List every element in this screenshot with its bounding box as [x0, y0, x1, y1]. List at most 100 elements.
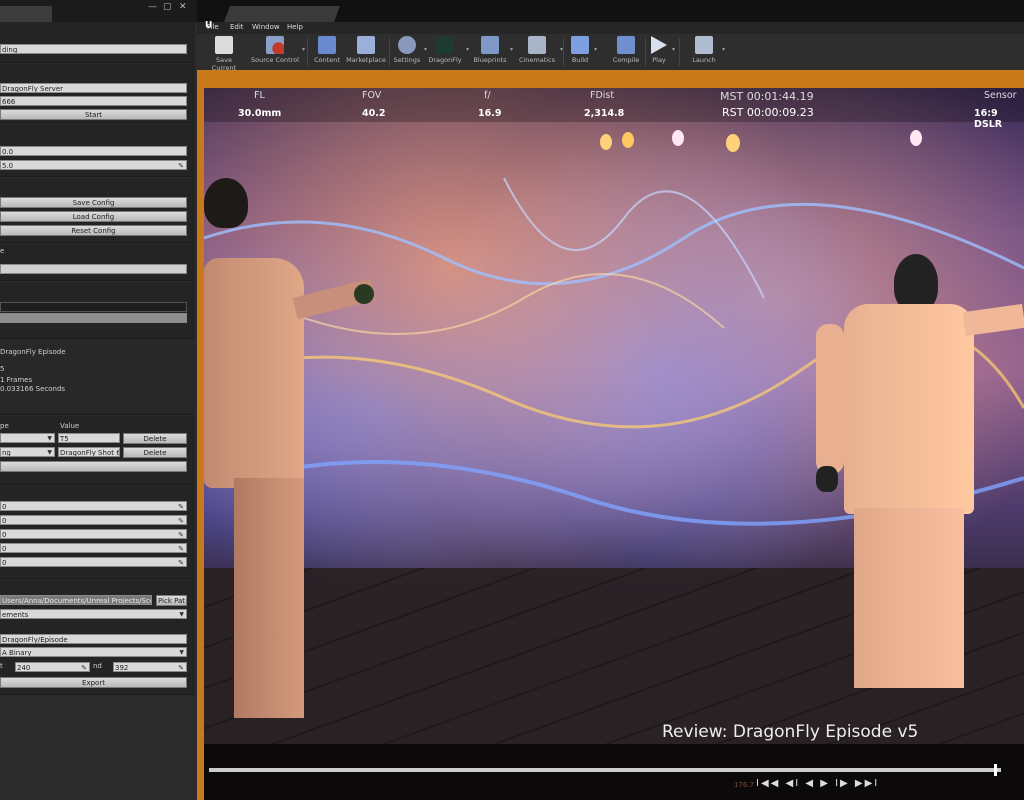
episode-path-field[interactable]: DragonFly/Episode	[0, 634, 187, 644]
progress-track	[0, 302, 187, 312]
tool-label: DragonFly	[428, 56, 462, 64]
build-icon	[571, 36, 589, 54]
tool-label: Source Control	[251, 56, 299, 64]
minimize-icon[interactable]: —	[148, 2, 157, 12]
export-path-field[interactable]: Users/Anna/Documents/Unreal Projects/Sce…	[0, 595, 152, 605]
save-config-button[interactable]: Save Config	[0, 197, 187, 208]
value-field-a[interactable]: 0.0	[0, 146, 187, 156]
start-button[interactable]: Start	[0, 109, 187, 120]
pick-path-button[interactable]: Pick Pat	[156, 595, 187, 606]
dropdown-arrow-icon: ▼	[179, 611, 184, 618]
playhead-handle[interactable]	[994, 764, 997, 776]
end-frame-label: nd	[93, 662, 102, 670]
config-section: Save Config Load Config Reset Config	[0, 178, 195, 243]
exports-dropdown[interactable]: ements ▼	[0, 609, 187, 619]
details-panel: — ▢ ✕ ding DragonFly Server 666 Start 0.…	[0, 0, 199, 800]
tool-label: Content	[314, 56, 340, 64]
panel-tab[interactable]	[0, 6, 52, 22]
table-row-type-0[interactable]: ▼	[0, 433, 55, 443]
blueprints-button[interactable]: Blueprints ▾	[473, 36, 513, 68]
hud-label-fl: FL	[254, 90, 265, 101]
server-name-field[interactable]: DragonFly Server	[0, 83, 187, 93]
vector-value: 0	[2, 559, 7, 567]
reset-config-button[interactable]: Reset Config	[0, 225, 187, 236]
cinematics-button[interactable]: Cinematics ▾	[517, 36, 563, 68]
level-tab[interactable]	[224, 6, 340, 22]
menu-window[interactable]: Window	[252, 23, 280, 31]
timeline-scrubber[interactable]	[209, 768, 1001, 772]
episode-number: 5	[0, 365, 5, 373]
format-dropdown-text: A Binary	[2, 649, 32, 657]
values-section: 0.0 5.0 ✎	[0, 124, 195, 177]
level-viewport[interactable]: FL FOV f/ FDist MST 00:01:44.19 Sensor 3…	[204, 88, 1024, 800]
table-row-value-1[interactable]: DragonFly Shot 6	[58, 447, 120, 457]
edit-icon[interactable]: ✎	[178, 161, 184, 169]
table-header-value: Value	[60, 422, 80, 430]
character-body-right	[844, 304, 974, 514]
table-row-type-1[interactable]: ng ▼	[0, 447, 55, 457]
menu-file[interactable]: File	[207, 23, 219, 31]
exports-dropdown-text: ements	[2, 611, 29, 619]
end-frame-field[interactable]: 392 ✎	[113, 662, 187, 672]
edit-icon[interactable]: ✎	[178, 663, 184, 671]
end-frame-value: 392	[115, 664, 129, 672]
edit-icon[interactable]: ✎	[81, 663, 87, 671]
source-control-button[interactable]: Source Control ▾	[251, 36, 305, 68]
edit-icon[interactable]: ✎	[178, 502, 184, 510]
hud-label-fstop: f/	[484, 90, 491, 101]
port-field[interactable]: 666	[0, 96, 187, 106]
export-section: Users/Anna/Documents/Unreal Projects/Sce…	[0, 580, 195, 695]
settings-button[interactable]: Settings ▾	[393, 36, 427, 68]
load-config-button[interactable]: Load Config	[0, 211, 187, 222]
edit-icon[interactable]: ✎	[178, 558, 184, 566]
document-tab-strip	[197, 0, 1024, 22]
camera-hud: FL FOV f/ FDist MST 00:01:44.19 Sensor 3…	[204, 88, 1024, 130]
mode-field[interactable]	[0, 264, 187, 274]
add-row-button[interactable]	[0, 461, 187, 472]
lantern-icon	[672, 130, 684, 146]
format-dropdown[interactable]: A Binary ▼	[0, 647, 187, 657]
marketplace-button[interactable]: Marketplace	[345, 36, 387, 68]
marketplace-icon	[357, 36, 375, 54]
vector-field-3[interactable]: 0 ✎	[0, 543, 187, 553]
tool-label: Play	[652, 56, 666, 64]
recording-section: ding	[0, 22, 195, 63]
vector-value: 0	[2, 517, 7, 525]
episode-frames: 1 Frames	[0, 376, 33, 384]
menu-edit[interactable]: Edit	[230, 23, 244, 31]
save-current-button[interactable]: Save Current	[203, 36, 245, 72]
play-button[interactable]: Play ▾	[649, 36, 675, 68]
delete-button-1[interactable]: Delete	[123, 447, 187, 458]
content-button[interactable]: Content	[312, 36, 342, 68]
edit-icon[interactable]: ✎	[178, 516, 184, 524]
start-frame-field[interactable]: 240 ✎	[15, 662, 90, 672]
hud-label-sensor: Sensor	[984, 90, 1017, 101]
table-row-value-0[interactable]: T5	[58, 433, 120, 443]
vector-field-2[interactable]: 0 ✎	[0, 529, 187, 539]
maximize-icon[interactable]: ▢	[163, 2, 172, 12]
close-icon[interactable]: ✕	[179, 2, 187, 12]
edit-icon[interactable]: ✎	[178, 530, 184, 538]
menu-help[interactable]: Help	[287, 23, 303, 31]
frame-counter: 176.7	[734, 781, 755, 789]
dragonfly-button[interactable]: DragonFly ▾	[427, 36, 469, 68]
hud-value-fl: 30.0mm	[238, 108, 282, 119]
vector-field-0[interactable]: 0 ✎	[0, 501, 187, 511]
progress-bar	[0, 313, 187, 323]
delete-button-0[interactable]: Delete	[123, 433, 187, 444]
vector-field-1[interactable]: 0 ✎	[0, 515, 187, 525]
recording-field[interactable]: ding	[0, 44, 187, 54]
vector-section: 0 ✎ 0 ✎ 0 ✎ 0 ✎ 0 ✎	[0, 486, 195, 579]
edit-icon[interactable]: ✎	[178, 544, 184, 552]
type-text: ng	[2, 449, 11, 457]
value-field-b[interactable]: 5.0 ✎	[0, 160, 187, 170]
value-field-b-text: 5.0	[2, 162, 14, 170]
build-button[interactable]: Build ▾	[569, 36, 597, 68]
launch-button[interactable]: Launch ▾	[689, 36, 725, 68]
vector-field-4[interactable]: 0 ✎	[0, 557, 187, 567]
compile-button[interactable]: Compile	[611, 36, 641, 68]
export-button[interactable]: Export	[0, 677, 187, 688]
transport-controls[interactable]: I◀◀ ◀I ◀ ▶ I▶ ▶▶I	[756, 778, 879, 789]
source-control-icon	[266, 36, 284, 54]
blueprints-icon	[481, 36, 499, 54]
